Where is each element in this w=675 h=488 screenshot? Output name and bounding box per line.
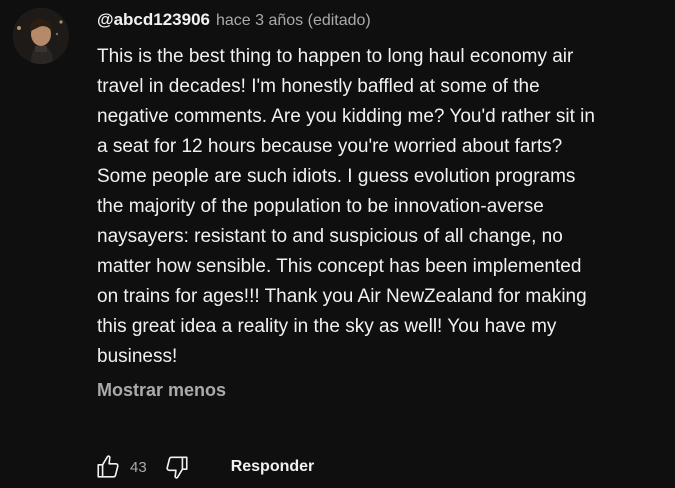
comment-header: @abcd123906 hace 3 años (editado) [97,10,657,34]
avatar[interactable] [13,8,69,64]
avatar-image [13,8,69,64]
comment-timestamp[interactable]: hace 3 años (editado) [216,12,371,30]
reply-button[interactable]: Responder [231,458,315,476]
show-less-button[interactable]: Mostrar menos [97,380,226,401]
comment-author[interactable]: @abcd123906 [97,10,210,30]
like-button[interactable] [90,449,126,485]
like-count: 43 [130,458,147,476]
comment: @abcd123906 hace 3 años (editado) This i… [97,10,657,401]
comment-action-bar: 43 Responder [90,449,314,485]
thumbs-up-outline-icon [97,455,119,478]
dislike-button[interactable] [159,449,195,485]
comment-text: This is the best thing to happen to long… [97,46,595,367]
thumbs-down-outline-icon [166,456,188,479]
